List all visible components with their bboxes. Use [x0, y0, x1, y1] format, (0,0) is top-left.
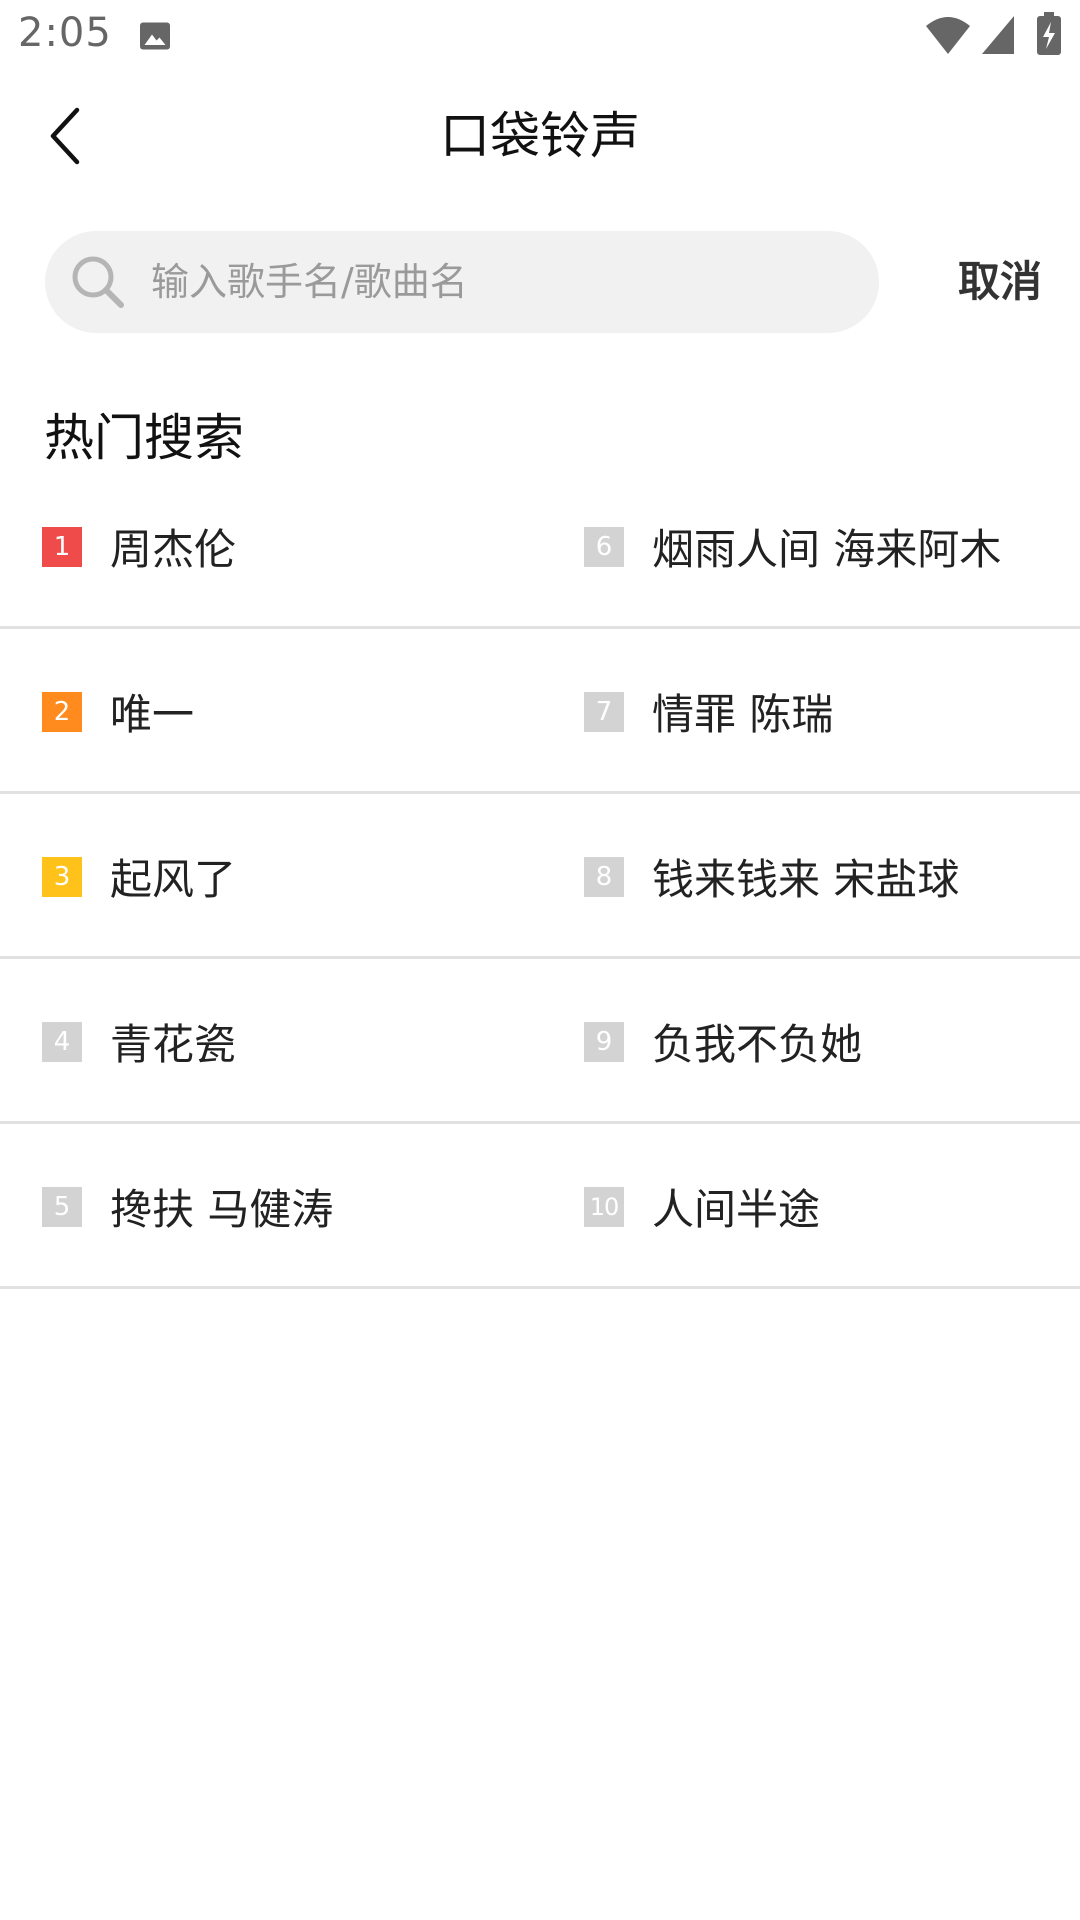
hot-search-label: 负我不负她	[652, 1020, 863, 1069]
rank-badge: 7	[584, 691, 624, 732]
hot-search-item[interactable]: 3 起风了	[42, 794, 542, 959]
rank-badge: 3	[42, 856, 82, 897]
cellular-signal-icon	[980, 14, 1016, 60]
app-header: 口袋铃声	[0, 74, 1080, 198]
image-icon	[137, 18, 173, 58]
hot-search-label: 钱来钱来 宋盐球	[652, 855, 960, 904]
search-icon	[69, 253, 127, 315]
hot-search-label: 周杰伦	[110, 525, 237, 574]
hot-search-item[interactable]: 1 周杰伦	[42, 464, 542, 629]
hot-search-heading: 热门搜索	[44, 409, 244, 467]
hot-search-item[interactable]: 6 烟雨人间 海来阿木	[584, 464, 1074, 629]
hot-search-row: 3 起风了 8 钱来钱来 宋盐球	[0, 794, 1080, 959]
rank-badge: 10	[584, 1186, 624, 1227]
status-time: 2:05	[18, 10, 112, 56]
hot-search-row: 5 搀扶 马健涛 10 人间半途	[0, 1124, 1080, 1289]
page-title-text: 口袋铃声	[440, 107, 640, 165]
hot-search-row: 2 唯一 7 情罪 陈瑞	[0, 629, 1080, 794]
page-title: 口袋铃声	[0, 74, 1080, 198]
search-input[interactable]	[149, 231, 849, 333]
rank-badge: 8	[584, 856, 624, 897]
hot-search-item[interactable]: 8 钱来钱来 宋盐球	[584, 794, 1074, 959]
hot-search-label: 搀扶 马健涛	[110, 1185, 334, 1234]
back-button[interactable]	[30, 94, 100, 178]
hot-search-label: 烟雨人间 海来阿木	[652, 525, 1002, 574]
wifi-icon	[924, 14, 972, 60]
rank-badge: 2	[42, 691, 82, 732]
hot-search-item[interactable]: 5 搀扶 马健涛	[42, 1124, 542, 1289]
battery-charging-icon	[1036, 12, 1062, 60]
rank-badge: 4	[42, 1021, 82, 1062]
cancel-button[interactable]: 取消	[940, 231, 1060, 333]
search-box[interactable]	[45, 231, 879, 333]
hot-search-item[interactable]: 7 情罪 陈瑞	[584, 629, 1074, 794]
status-bar: 2:05	[0, 0, 1080, 74]
hot-search-label: 人间半途	[652, 1185, 821, 1234]
hot-search-list: 1 周杰伦 6 烟雨人间 海来阿木 2 唯一 7 情罪 陈瑞 3 起风了 8 钱…	[0, 464, 1080, 1289]
rank-badge: 9	[584, 1021, 624, 1062]
hot-search-label: 唯一	[110, 690, 195, 739]
hot-search-label: 情罪 陈瑞	[652, 690, 834, 739]
rank-badge: 6	[584, 526, 624, 567]
rank-badge: 5	[42, 1186, 82, 1227]
hot-search-label: 起风了	[110, 855, 237, 904]
hot-search-item[interactable]: 10 人间半途	[584, 1124, 1074, 1289]
hot-search-row: 1 周杰伦 6 烟雨人间 海来阿木	[0, 464, 1080, 629]
hot-search-item[interactable]: 2 唯一	[42, 629, 542, 794]
hot-search-row: 4 青花瓷 9 负我不负她	[0, 959, 1080, 1124]
hot-search-label: 青花瓷	[110, 1020, 237, 1069]
hot-search-item[interactable]: 4 青花瓷	[42, 959, 542, 1124]
hot-search-item[interactable]: 9 负我不负她	[584, 959, 1074, 1124]
chevron-left-icon	[50, 107, 80, 165]
rank-badge: 1	[42, 526, 82, 567]
